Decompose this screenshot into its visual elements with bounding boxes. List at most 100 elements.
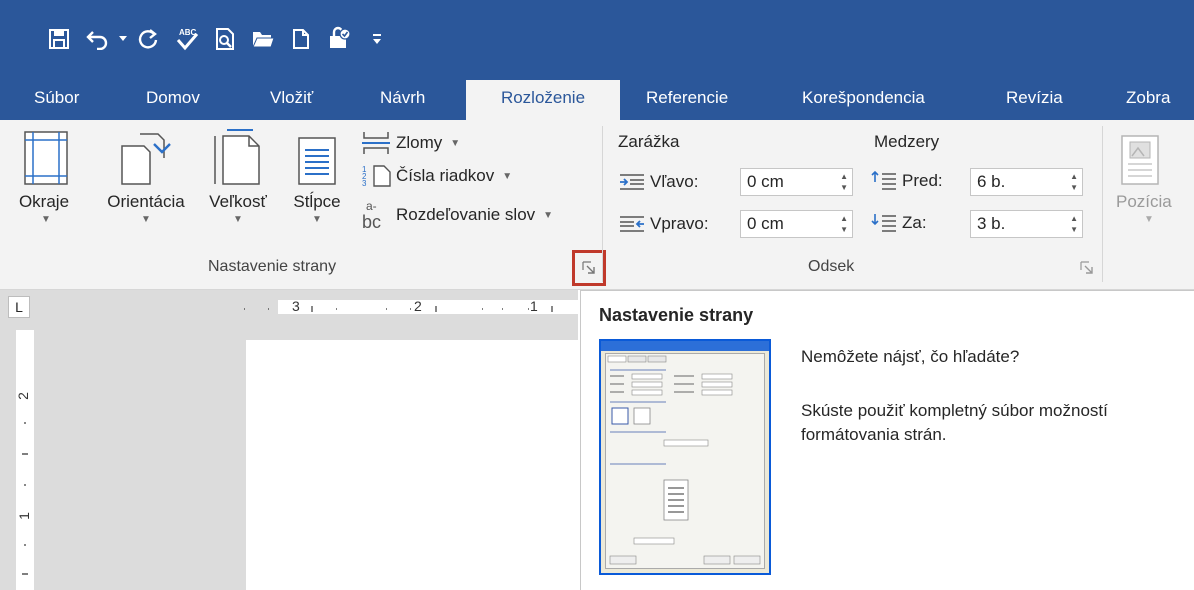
svg-text:3: 3	[362, 179, 367, 188]
spelling-icon[interactable]: ABC	[168, 22, 206, 56]
breaks-dropdown-icon: ▼	[450, 137, 461, 149]
tab-layout[interactable]: Rozloženie	[466, 80, 620, 120]
indent-left-spinner-icon[interactable]: ▲ ▼	[840, 171, 848, 193]
orientation-label: Orientácia	[107, 192, 185, 211]
document-page[interactable]	[246, 340, 582, 590]
spacing-before-spinner-icon[interactable]: ▲ ▼	[1070, 171, 1078, 193]
tooltip-question: Nemôžete nájsť, čo hľadáte?	[801, 347, 1020, 366]
indent-title: Zarážka	[618, 132, 680, 151]
position-dropdown-icon: ▼	[1144, 214, 1154, 225]
size-dropdown-icon: ▼	[233, 214, 243, 225]
tab-selector-symbol: L	[15, 299, 23, 315]
indent-left-label: Vľavo:	[618, 172, 698, 192]
indent-left-text: Vľavo:	[650, 172, 699, 191]
tab-insert[interactable]: Vložiť	[258, 80, 325, 120]
indent-right-text: Vpravo:	[650, 214, 709, 233]
margins-dropdown-icon: ▼	[41, 214, 51, 225]
hyphenation-button[interactable]: a-bc Rozdeľovanie slov ▼	[360, 200, 553, 230]
vertical-ruler[interactable]: 2 1	[15, 330, 34, 590]
spacing-after-value: 3 b.	[977, 214, 1006, 233]
page-setup-tooltip: Nastavenie strany Nemôžete nájsť, čo hľa…	[580, 290, 1194, 590]
indent-left-input[interactable]: 0 cm ▲ ▼	[740, 168, 853, 196]
save-icon[interactable]	[40, 22, 78, 56]
margins-icon	[18, 126, 74, 186]
page-setup-launcher-icon[interactable]	[580, 259, 598, 277]
spacing-after-label: Za:	[870, 212, 927, 234]
orientation-dropdown-icon: ▼	[141, 214, 151, 225]
indent-right-label: Vpravo:	[618, 214, 709, 234]
tab-selector-corner[interactable]: L	[8, 296, 30, 318]
new-document-icon[interactable]	[282, 22, 320, 56]
breaks-icon	[362, 132, 390, 154]
quick-access-toolbar: ABC	[0, 0, 1194, 80]
spacing-after-text: Za:	[902, 213, 927, 232]
columns-button[interactable]: Stĺpce ▼	[284, 126, 350, 225]
line-numbers-dropdown-icon: ▼	[502, 170, 513, 182]
line-numbers-icon: 123	[362, 165, 391, 188]
page-setup-group-label: Nastavenie strany	[208, 258, 337, 275]
print-preview-icon[interactable]	[206, 22, 244, 56]
tab-references[interactable]: Referencie	[634, 80, 740, 120]
undo-icon[interactable]	[78, 22, 116, 56]
page-setup-dialog-preview-image	[599, 339, 771, 575]
ruler-ticks	[22, 422, 28, 575]
size-button[interactable]: Veľkosť ▼	[200, 126, 276, 225]
line-numbers-label: Čísla riadkov	[396, 166, 495, 185]
indent-left-value: 0 cm	[747, 172, 784, 191]
tab-mailings[interactable]: Korešpondencia	[790, 80, 937, 120]
orientation-icon	[96, 126, 196, 186]
hyphenation-dropdown-icon: ▼	[543, 209, 554, 221]
spacing-after-input[interactable]: 3 b. ▲ ▼	[970, 210, 1083, 238]
columns-label: Stĺpce	[293, 192, 341, 211]
indent-right-spinner-icon[interactable]: ▲ ▼	[840, 213, 848, 235]
paragraph-group-label: Odsek	[808, 258, 855, 275]
margins-button[interactable]: Okraje ▼	[18, 126, 74, 225]
spacing-before-icon	[871, 170, 896, 190]
tab-home[interactable]: Domov	[134, 80, 212, 120]
ribbon: Okraje ▼ Orientácia ▼ Veľkosť ▼ Stĺpce ▼…	[0, 120, 1194, 290]
hyphenation-icon: a-bc	[362, 200, 381, 230]
paragraph-launcher-icon[interactable]	[1078, 259, 1096, 277]
group-separator	[602, 126, 603, 282]
ruler-ticks	[244, 306, 553, 312]
tooltip-title: Nastavenie strany	[599, 305, 754, 325]
spacing-before-value: 6 b.	[977, 172, 1006, 191]
undo-dropdown-icon[interactable]	[116, 22, 130, 56]
tab-file[interactable]: Súbor	[22, 80, 91, 120]
redo-icon[interactable]	[130, 22, 168, 56]
breaks-button[interactable]: Zlomy ▼	[360, 130, 460, 156]
tooltip-description: Skúste použiť kompletný súbor možností f…	[801, 401, 1108, 444]
position-label: Pozícia	[1116, 192, 1172, 211]
size-label: Veľkosť	[209, 192, 267, 211]
protect-icon[interactable]	[320, 22, 358, 56]
indent-right-icon	[620, 216, 644, 232]
size-icon	[200, 126, 276, 186]
group-separator	[1102, 126, 1103, 282]
indent-right-value: 0 cm	[747, 214, 784, 233]
spacing-before-label: Pred:	[870, 170, 943, 192]
customize-qat-icon[interactable]	[358, 22, 396, 56]
spacing-before-text: Pred:	[902, 171, 943, 190]
breaks-label: Zlomy	[396, 133, 443, 152]
svg-text:bc: bc	[362, 212, 381, 230]
line-numbers-button[interactable]: 123 Čísla riadkov ▼	[360, 164, 512, 188]
tab-view[interactable]: Zobra	[1114, 80, 1182, 120]
columns-icon	[284, 126, 350, 186]
spacing-before-input[interactable]: 6 b. ▲ ▼	[970, 168, 1083, 196]
ribbon-tabs: Súbor Domov Vložiť Návrh Rozloženie Refe…	[0, 80, 1194, 120]
spacing-after-spinner-icon[interactable]: ▲ ▼	[1070, 213, 1078, 235]
tab-review[interactable]: Revízia	[994, 80, 1075, 120]
position-button[interactable]: Pozícia ▼	[1112, 126, 1194, 225]
spacing-title: Medzery	[874, 132, 940, 151]
tab-design[interactable]: Návrh	[368, 80, 437, 120]
position-icon	[1112, 126, 1194, 186]
hyphenation-label: Rozdeľovanie slov	[396, 205, 536, 224]
spacing-after-icon	[871, 214, 896, 232]
margins-label: Okraje	[18, 192, 70, 211]
horizontal-ruler[interactable]: 3 2 1	[40, 290, 608, 326]
indent-left-icon	[620, 174, 644, 190]
orientation-button[interactable]: Orientácia ▼	[96, 126, 196, 225]
open-folder-icon[interactable]	[244, 22, 282, 56]
indent-right-input[interactable]: 0 cm ▲ ▼	[740, 210, 853, 238]
columns-dropdown-icon: ▼	[312, 214, 322, 225]
